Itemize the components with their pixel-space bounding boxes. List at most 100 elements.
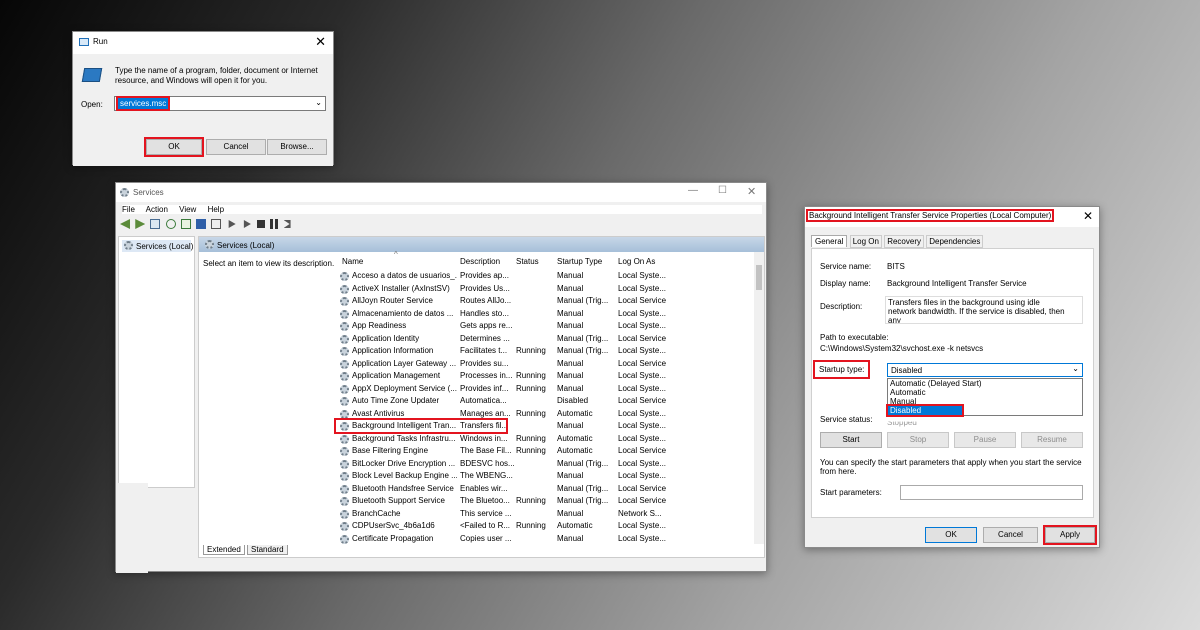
table-row[interactable]: Background Intelligent Tran... Transfers … xyxy=(334,418,670,434)
path-label: Path to executable: xyxy=(820,333,889,342)
stop-button: Stop xyxy=(887,432,949,448)
status-cell: Running xyxy=(516,371,546,380)
table-row[interactable]: Acceso a datos de usuarios_... Provides a… xyxy=(340,270,670,283)
table-row[interactable]: Bluetooth Handsfree Service Enables wir..… xyxy=(340,483,670,496)
status-cell: Running xyxy=(516,521,546,530)
option-disabled[interactable]: Disabled xyxy=(886,404,964,417)
tab-dependencies[interactable]: Dependencies xyxy=(926,235,984,248)
ok-button[interactable]: OK xyxy=(925,527,977,543)
log-on-as-cell: Local Service xyxy=(618,296,667,305)
table-row[interactable]: Certificate Propagation Copies user ... Ma… xyxy=(340,533,670,546)
table-row[interactable]: Auto Time Zone Updater Automatica... Disab… xyxy=(340,395,670,408)
option-automatic[interactable]: Automatic xyxy=(888,388,1082,397)
startup-type-cell: Manual xyxy=(557,308,584,318)
play-icon[interactable] xyxy=(228,220,236,228)
properties-icon[interactable] xyxy=(211,219,222,229)
tree-item-services-local[interactable]: Services (Local) xyxy=(122,240,193,252)
table-row[interactable]: CDPUserSvc_4b6a1d6 <Failed to R... Running… xyxy=(340,520,670,533)
tab-extended[interactable]: Extended xyxy=(203,545,245,555)
option-automatic-delayed[interactable]: Automatic (Delayed Start) xyxy=(888,379,1082,388)
table-row[interactable]: Avast Antivirus Manages an... Running Autom… xyxy=(340,408,670,421)
open-combobox[interactable]: services.msc ⌄ xyxy=(114,96,326,111)
back-icon[interactable] xyxy=(120,219,130,229)
description-cell: <Failed to R... xyxy=(460,521,511,530)
menu-action[interactable]: Action xyxy=(146,205,168,214)
chevron-down-icon[interactable]: ⌄ xyxy=(1072,364,1079,373)
open-input[interactable]: services.msc xyxy=(115,96,171,111)
path-value: C:\Windows\System32\svchost.exe -k netsv… xyxy=(820,344,984,353)
table-row[interactable]: AllJoyn Router Service Routes AllJo... Man… xyxy=(340,295,670,308)
table-row[interactable]: App Readiness Gets apps re... Manual Local … xyxy=(340,320,670,333)
table-row[interactable]: Application Information Facilitates t... R… xyxy=(340,345,670,358)
scrollbar[interactable] xyxy=(754,252,764,544)
table-row[interactable]: Bluetooth Support Service The Bluetoo... R… xyxy=(340,495,670,508)
tab-recovery[interactable]: Recovery xyxy=(884,235,924,248)
description-cell: This service ... xyxy=(460,508,512,518)
tab-general[interactable]: General xyxy=(811,235,848,247)
table-row[interactable]: Background Tasks Infrastru... Windows in.… xyxy=(340,433,670,446)
table-row[interactable]: ActiveX Installer (AxInstSV) Provides Us.… xyxy=(340,283,670,296)
col-startup-type[interactable]: Startup Type xyxy=(557,257,602,266)
close-icon[interactable]: ✕ xyxy=(1083,209,1093,223)
menu-file[interactable]: File xyxy=(122,205,135,214)
close-icon[interactable]: ✕ xyxy=(315,34,326,50)
restart-icon[interactable] xyxy=(283,220,291,228)
close-icon[interactable]: ✕ xyxy=(747,185,756,198)
tab-log-on[interactable]: Log On xyxy=(849,235,882,248)
services-title-bar: Services — ☐ ✕ xyxy=(116,183,766,202)
cancel-button[interactable]: Cancel xyxy=(206,139,266,155)
browse-button[interactable]: Browse... xyxy=(267,139,327,155)
table-row[interactable]: Base Filtering Engine The Base Fil... Runn… xyxy=(340,445,670,458)
menu-view[interactable]: View xyxy=(179,205,196,214)
table-row[interactable]: BitLocker Drive Encryption ... BDESVC hos… xyxy=(340,458,670,471)
col-status[interactable]: Status xyxy=(516,257,539,266)
description-box[interactable]: Transfers files in the background using … xyxy=(885,296,1083,324)
log-on-as-cell: Local Service xyxy=(618,446,667,455)
play-alt-icon[interactable] xyxy=(243,220,251,228)
maximize-icon[interactable]: ☐ xyxy=(718,185,727,196)
startup-type-cell: Automatic xyxy=(557,446,593,455)
cancel-button[interactable]: Cancel xyxy=(983,527,1038,543)
startup-type-select[interactable]: Disabled ⌄ xyxy=(887,363,1083,377)
table-row[interactable]: Application Management Processes in... Run… xyxy=(340,370,670,383)
col-name[interactable]: Name xyxy=(342,257,363,266)
stop-icon[interactable] xyxy=(257,220,266,228)
startup-type-cell: Disabled xyxy=(557,396,589,405)
forward-icon[interactable] xyxy=(135,219,146,229)
ok-button[interactable]: OK xyxy=(144,137,204,157)
pause-icon[interactable] xyxy=(270,219,279,229)
table-row[interactable]: Almacenamiento de datos ... Handles sto..… xyxy=(340,308,670,321)
description-cell: The Base Fil... xyxy=(460,446,512,455)
chevron-down-icon[interactable]: ⌄ xyxy=(315,98,322,107)
scroll-thumb[interactable] xyxy=(756,265,762,290)
table-row[interactable]: AppX Deployment Service (... Provides inf… xyxy=(340,383,670,396)
tab-standard[interactable]: Standard xyxy=(247,545,288,555)
console-tree-icon[interactable] xyxy=(150,219,161,229)
service-name-cell: Base Filtering Engine xyxy=(352,446,429,455)
startup-type-cell: Manual (Trig... xyxy=(557,296,609,305)
start-button[interactable]: Start xyxy=(820,432,882,448)
col-description[interactable]: Description xyxy=(460,257,500,266)
startup-type-cell: Manual xyxy=(557,371,584,380)
start-params-input[interactable] xyxy=(900,485,1083,500)
services-list: Acceso a datos de usuarios_... Provides a… xyxy=(334,270,670,546)
help-icon[interactable] xyxy=(196,219,207,229)
service-name-cell: Avast Antivirus xyxy=(352,408,405,418)
option-manual[interactable]: Manual xyxy=(888,397,1082,406)
export-icon[interactable] xyxy=(180,219,191,229)
table-row[interactable]: Block Level Backup Engine ... The WBENG..… xyxy=(340,470,670,483)
services-icon xyxy=(205,240,214,249)
apply-button[interactable]: Apply xyxy=(1043,525,1097,545)
table-row[interactable]: BranchCache This service ... Manual Network… xyxy=(340,508,670,521)
description-label: Description: xyxy=(820,302,863,311)
open-label: Open: xyxy=(81,100,103,109)
refresh-icon[interactable] xyxy=(165,219,176,229)
description-cell: The WBENG... xyxy=(460,471,513,480)
menu-help[interactable]: Help xyxy=(208,205,224,214)
service-name-cell: Acceso a datos de usuarios_... xyxy=(352,271,457,280)
table-row[interactable]: Application Layer Gateway ... Provides su… xyxy=(340,358,670,371)
run-icon xyxy=(81,68,103,82)
table-row[interactable]: Application Identity Determines ... Manual… xyxy=(340,333,670,346)
col-log-on-as[interactable]: Log On As xyxy=(618,257,655,266)
minimize-icon[interactable]: — xyxy=(688,185,698,196)
